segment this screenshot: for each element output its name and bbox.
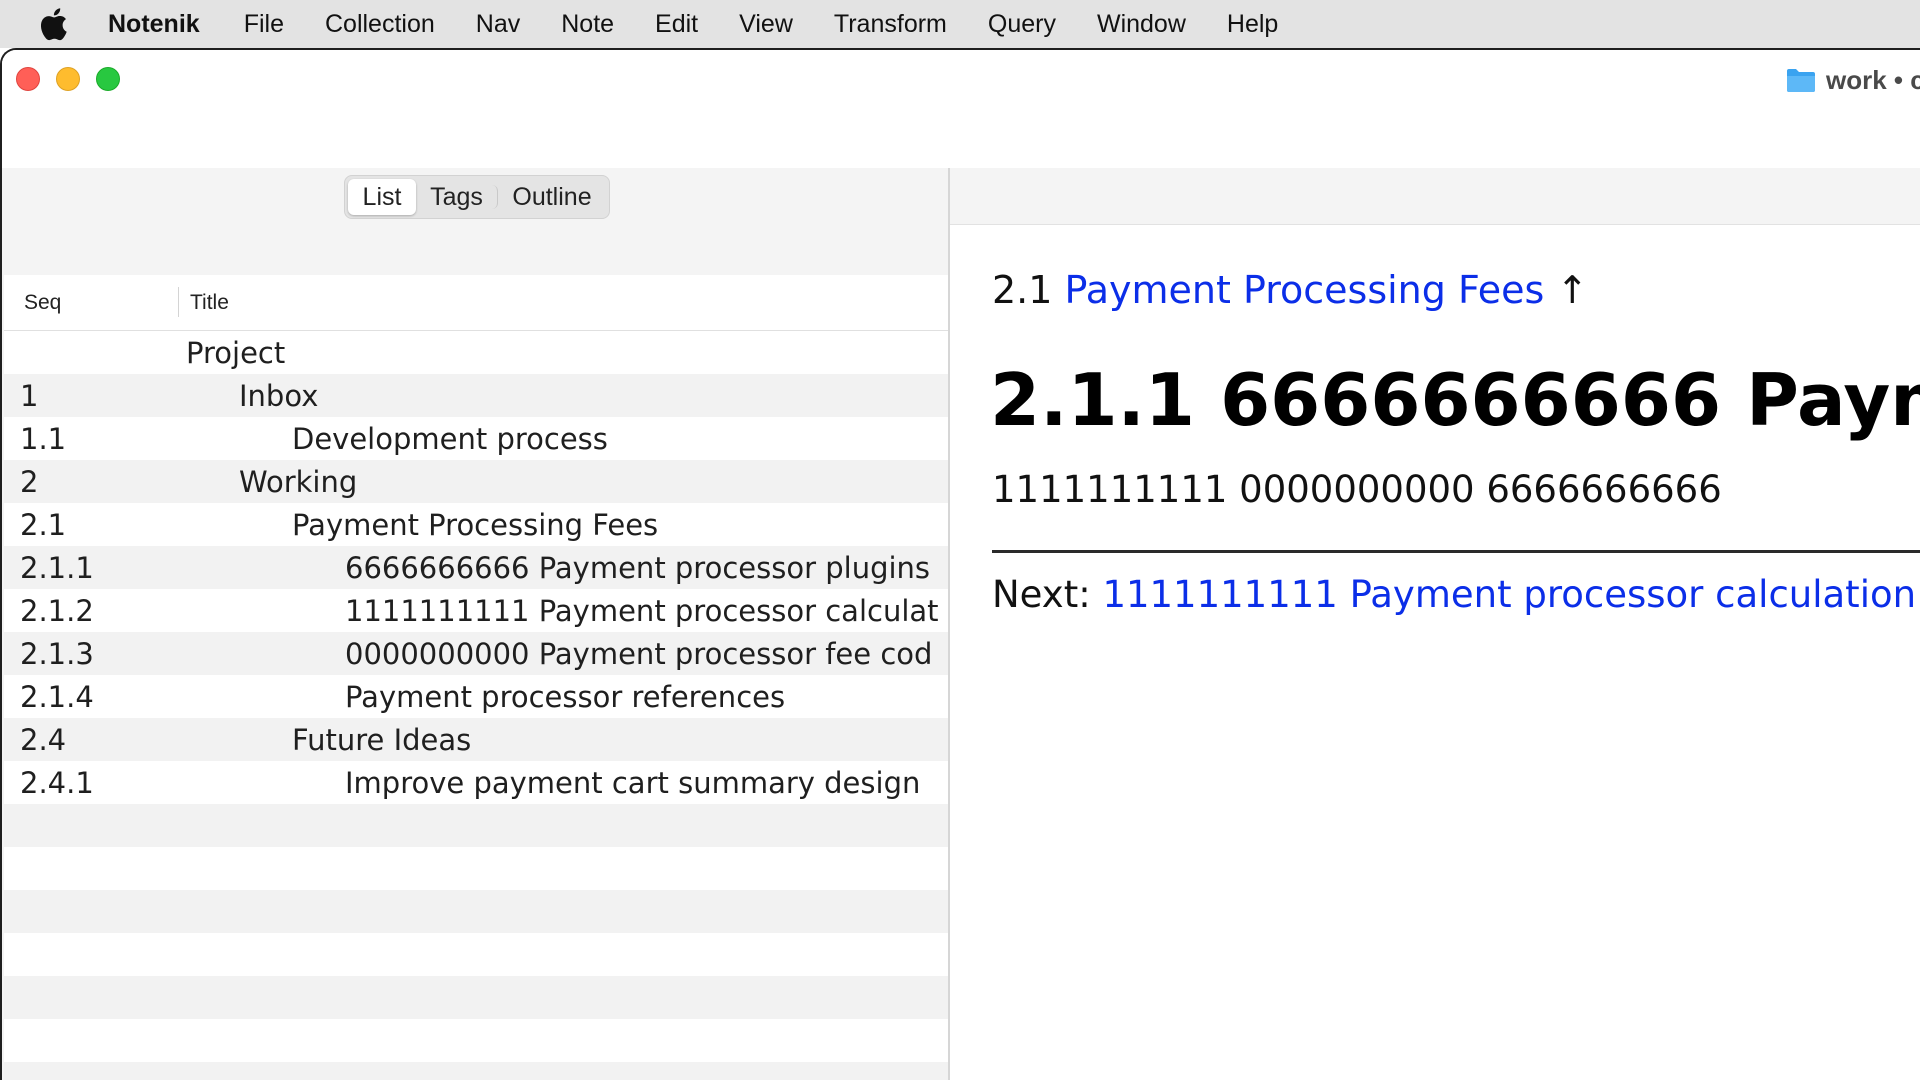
row-title: Payment Processing Fees bbox=[292, 508, 659, 542]
table-row[interactable]: 2.4.1 Improve payment cart summary design bbox=[4, 761, 948, 804]
table-header: Seq Title bbox=[4, 275, 948, 331]
next-label: Next: bbox=[992, 573, 1091, 616]
empty-row bbox=[4, 1062, 948, 1080]
divider-rule bbox=[992, 550, 1920, 553]
app-window: work • c List Tags Outline Seq Title Pro… bbox=[0, 48, 1920, 1080]
note-table: Seq Title Project 1 Inbox 1.1 Development … bbox=[4, 275, 948, 1080]
note-heading: 2.1.1 6666666666 Payme bbox=[990, 358, 1920, 442]
table-row[interactable]: 2.1.2 1111111111 Payment processor calcul… bbox=[4, 589, 948, 632]
row-title: 1111111111 Payment processor calculat bbox=[345, 594, 939, 628]
minimize-window-button[interactable] bbox=[56, 67, 80, 91]
note-display-pane: 2.1 Payment Processing Fees ↑ 2.1.1 6666… bbox=[950, 168, 1920, 1080]
row-title: Improve payment cart summary design bbox=[345, 766, 921, 800]
menu-query[interactable]: Query bbox=[988, 10, 1056, 39]
table-row[interactable]: 2.1 Payment Processing Fees bbox=[4, 503, 948, 546]
close-window-button[interactable] bbox=[16, 67, 40, 91]
row-seq: 2.4 bbox=[20, 723, 67, 757]
table-row[interactable]: 1 Inbox bbox=[4, 374, 948, 417]
table-row[interactable]: Project bbox=[4, 331, 948, 374]
table-row[interactable]: 2.1.3 0000000000 Payment processor fee co… bbox=[4, 632, 948, 675]
apple-logo-icon[interactable] bbox=[38, 6, 74, 42]
row-seq: 2.1.4 bbox=[20, 680, 94, 714]
row-title: Payment processor references bbox=[345, 680, 786, 714]
row-title: Future Ideas bbox=[292, 723, 472, 757]
row-seq: 2.4.1 bbox=[20, 766, 94, 800]
row-title: Working bbox=[239, 465, 358, 499]
table-rows: Project 1 Inbox 1.1 Development process 2 W… bbox=[4, 331, 948, 1080]
row-seq: 2.1 bbox=[20, 508, 67, 542]
row-title: Project bbox=[186, 336, 286, 370]
table-row[interactable]: 2.1.1 6666666666 Payment processor plugin… bbox=[4, 546, 948, 589]
menu-help[interactable]: Help bbox=[1227, 10, 1278, 39]
empty-row bbox=[4, 804, 948, 847]
row-title: 0000000000 Payment processor fee cod bbox=[345, 637, 933, 671]
up-arrow-icon[interactable]: ↑ bbox=[1556, 268, 1588, 312]
tab-outline[interactable]: Outline bbox=[498, 179, 606, 215]
note-list-pane: List Tags Outline Seq Title Project 1 Inb… bbox=[2, 168, 950, 1080]
window-title: work • c bbox=[1786, 60, 1920, 100]
note-body: 1111111111 0000000000 6666666666 bbox=[992, 468, 1722, 511]
menu-nav[interactable]: Nav bbox=[476, 10, 520, 39]
column-divider[interactable] bbox=[178, 287, 179, 317]
folder-icon bbox=[1787, 69, 1815, 92]
row-title: 6666666666 Payment processor plugins bbox=[345, 551, 931, 585]
empty-row bbox=[4, 1019, 948, 1062]
empty-row bbox=[4, 976, 948, 1019]
parent-breadcrumb: 2.1 Payment Processing Fees ↑ bbox=[992, 268, 1588, 312]
menu-transform[interactable]: Transform bbox=[834, 10, 947, 39]
column-header-title[interactable]: Title bbox=[190, 291, 229, 315]
menu-app-name[interactable]: Notenik bbox=[108, 10, 200, 39]
menu-edit[interactable]: Edit bbox=[655, 10, 698, 39]
table-row[interactable]: 2 Working bbox=[4, 460, 948, 503]
menu-file[interactable]: File bbox=[244, 10, 284, 39]
row-seq: 2.1.1 bbox=[20, 551, 94, 585]
next-note-line: Next: 1111111111 Payment processor calcu… bbox=[992, 573, 1916, 616]
tab-tags[interactable]: Tags bbox=[416, 183, 498, 211]
window-title-text: work • c bbox=[1826, 64, 1920, 95]
breadcrumb-seq: 2.1 bbox=[992, 268, 1053, 312]
row-seq: 2.1.2 bbox=[20, 594, 94, 628]
empty-row bbox=[4, 847, 948, 890]
next-note-link[interactable]: 1111111111 Payment processor calculation bbox=[1102, 573, 1916, 616]
parent-note-link[interactable]: Payment Processing Fees bbox=[1065, 268, 1545, 312]
zoom-window-button[interactable] bbox=[96, 67, 120, 91]
row-seq: 2 bbox=[20, 465, 39, 499]
window-titlebar[interactable]: work • c bbox=[2, 50, 1920, 169]
row-seq: 2.1.3 bbox=[20, 637, 94, 671]
row-seq: 1.1 bbox=[20, 422, 67, 456]
table-row[interactable]: 1.1 Development process bbox=[4, 417, 948, 460]
view-segmented-control: List Tags Outline bbox=[344, 175, 610, 219]
empty-row bbox=[4, 890, 948, 933]
table-row[interactable]: 2.4 Future Ideas bbox=[4, 718, 948, 761]
table-row[interactable]: 2.1.4 Payment processor references bbox=[4, 675, 948, 718]
menu-note[interactable]: Note bbox=[561, 10, 614, 39]
tab-list[interactable]: List bbox=[348, 179, 416, 215]
row-title: Inbox bbox=[239, 379, 319, 413]
empty-row bbox=[4, 933, 948, 976]
row-title: Development process bbox=[292, 422, 608, 456]
menu-window[interactable]: Window bbox=[1097, 10, 1186, 39]
menu-bar: Notenik File Collection Nav Note Edit Vi… bbox=[0, 0, 1920, 48]
menu-collection[interactable]: Collection bbox=[325, 10, 435, 39]
display-toolbar bbox=[950, 168, 1920, 225]
row-seq: 1 bbox=[20, 379, 39, 413]
column-header-seq[interactable]: Seq bbox=[24, 291, 61, 315]
menu-view[interactable]: View bbox=[739, 10, 793, 39]
